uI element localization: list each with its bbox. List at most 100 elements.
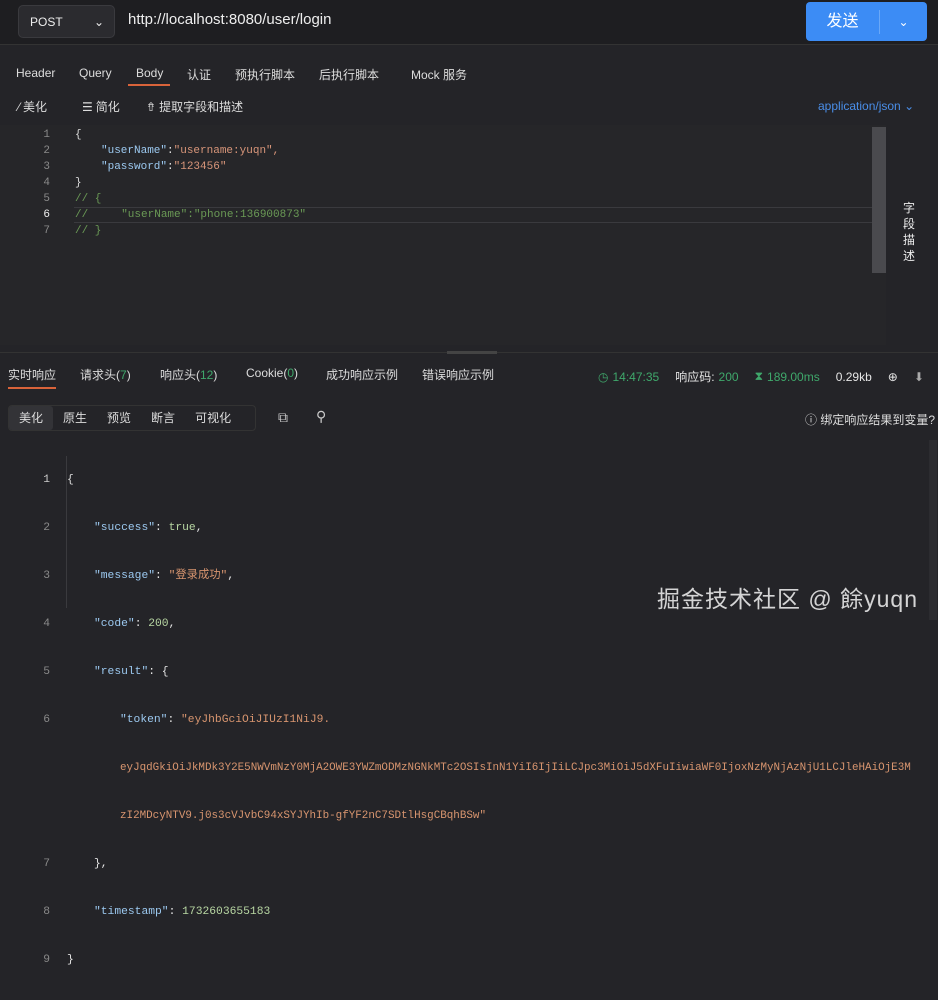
- search-icon[interactable]: ⚲: [316, 408, 326, 425]
- code-text: "userName":"username:yuqn",: [101, 145, 280, 157]
- line-number: 5: [43, 666, 50, 678]
- chevron-down-icon: ⌄: [93, 14, 104, 29]
- code-line: 2 "userName":"username:yuqn",: [0, 143, 886, 159]
- line-number: 6: [43, 714, 50, 726]
- tab-request-headers[interactable]: 请求头(7): [80, 366, 131, 383]
- line-number: 4: [43, 177, 50, 189]
- timestamp-value: 1732603655183: [182, 906, 271, 918]
- label: 响应头(: [160, 368, 200, 382]
- code-line: 1{: [0, 127, 886, 143]
- download-icon[interactable]: ⬇: [914, 370, 924, 384]
- send-label: 发送: [806, 9, 880, 34]
- tab-pre-script[interactable]: 预执行脚本: [235, 62, 295, 87]
- line-number: 3: [43, 570, 50, 582]
- token-value-cont: eyJqdGkiOiJkMDk3Y2E5NWVmNzY0MjA2OWE3YWZm…: [120, 762, 911, 774]
- active-line-highlight: [74, 207, 872, 223]
- tab-success-example[interactable]: 成功响应示例: [326, 366, 398, 383]
- send-button[interactable]: 发送 ⌄: [806, 2, 927, 41]
- beautify-button[interactable]: ⁄ 美化: [18, 98, 47, 115]
- field-description-toggle[interactable]: 字段描述: [900, 200, 918, 264]
- resize-handle[interactable]: [447, 351, 497, 354]
- line-number: 2: [43, 522, 50, 534]
- paren: ): [294, 366, 299, 380]
- tab-header[interactable]: Header: [16, 62, 55, 84]
- line-number: 6: [43, 209, 50, 221]
- line-number: 5: [43, 193, 50, 205]
- success-value: true: [168, 522, 196, 534]
- duration: 189.00ms: [767, 369, 820, 384]
- line-number: 7: [43, 858, 50, 870]
- line-number: 9: [43, 954, 50, 966]
- response-scrollbar[interactable]: [929, 440, 937, 620]
- indent-guide: [66, 456, 67, 608]
- message-value: "登录成功": [168, 570, 228, 582]
- code-line: 7 // }: [0, 223, 886, 239]
- view-assert[interactable]: 断言: [141, 406, 185, 430]
- tab-cookie[interactable]: Cookie(0): [246, 366, 298, 380]
- line-number: 8: [43, 906, 50, 918]
- help-icon: ⓘ: [805, 413, 818, 427]
- url-input[interactable]: http://localhost:8080/user/login: [128, 11, 331, 28]
- code-text: // }: [75, 225, 102, 237]
- globe-icon[interactable]: ⊕: [888, 370, 898, 384]
- response-status: ◷ 14:47:35 响应码: 200 ⧗ 189.00ms 0.29kb ⊕ ⬇: [598, 368, 924, 385]
- label: 请求头(: [80, 368, 120, 382]
- bind-var-label: 绑定响应结果到变量?: [820, 413, 936, 427]
- beautify-label: 美化: [23, 100, 48, 114]
- content-type-select[interactable]: application/json ⌄: [818, 99, 914, 113]
- simplify-label: 简化: [95, 100, 120, 114]
- code-text: // {: [75, 193, 102, 205]
- tab-post-script[interactable]: 后执行脚本: [319, 62, 379, 87]
- line-number: 7: [43, 225, 50, 237]
- tab-query[interactable]: Query: [79, 62, 112, 84]
- method-value: POST: [30, 14, 63, 29]
- code-text: "password":"123456": [101, 161, 227, 173]
- token-value-end: zI2MDcyNTV9.j0s3cVJvbC94xSYJYhIb-gfYF2nC…: [120, 810, 486, 822]
- simplify-button[interactable]: ☰ 简化: [82, 98, 120, 115]
- editor-scrollbar[interactable]: [872, 127, 886, 273]
- code-value: 200: [148, 618, 169, 630]
- tab-body[interactable]: Body: [128, 62, 171, 86]
- body-editor[interactable]: 1{2 "userName":"username:yuqn", 3 "password…: [0, 125, 886, 345]
- line-number: 1: [43, 474, 50, 486]
- view-preview[interactable]: 预览: [97, 406, 141, 430]
- chevron-down-icon[interactable]: ⌄: [880, 15, 927, 29]
- bind-response-variable[interactable]: ⓘ 绑定响应结果到变量?: [805, 411, 935, 428]
- tab-error-example[interactable]: 错误响应示例: [422, 366, 494, 383]
- code-text: {: [75, 129, 82, 141]
- extract-label: 提取字段和描述: [159, 100, 244, 114]
- count: 12: [200, 368, 214, 382]
- lines-icon: ☰: [82, 99, 93, 114]
- line-number: 2: [43, 145, 50, 157]
- paren: ): [126, 368, 131, 382]
- tab-auth[interactable]: 认证: [187, 62, 211, 87]
- watermark: 掘金技术社区 @ 餘yuqn: [656, 586, 918, 612]
- code-line: 5 // {: [0, 191, 886, 207]
- response-time: 14:47:35: [612, 369, 660, 384]
- code-line: 3 "password":"123456": [0, 159, 886, 175]
- clock-icon: ◷: [598, 369, 609, 384]
- method-select[interactable]: POST ⌄: [18, 5, 115, 38]
- view-visualize[interactable]: 可视化: [185, 406, 241, 430]
- token-value: "eyJhbGciOiJIUzI1NiJ9.: [181, 714, 331, 726]
- tab-realtime-response[interactable]: 实时响应: [8, 366, 57, 389]
- line-number: 3: [43, 161, 50, 173]
- view-mode-switch: 美化 原生 预览 断言 可视化: [8, 405, 256, 431]
- view-beautify[interactable]: 美化: [9, 406, 54, 430]
- tab-response-headers[interactable]: 响应头(12): [160, 366, 217, 383]
- paren: ): [213, 368, 218, 382]
- line-number: 1: [43, 129, 50, 141]
- content-type-value: application/json: [818, 99, 901, 113]
- extract-fields-button[interactable]: ⇮ 提取字段和描述: [146, 98, 243, 115]
- status-code-label: 响应码:: [675, 370, 715, 384]
- response-size: 0.29kb: [835, 369, 872, 384]
- upload-icon: ⇮: [146, 99, 157, 114]
- chevron-down-icon: ⌄: [904, 99, 915, 113]
- count: 7: [120, 368, 127, 382]
- status-code: 200: [718, 369, 739, 384]
- code-text: }: [75, 177, 82, 189]
- copy-icon[interactable]: ⧉: [278, 409, 288, 426]
- code-line: 4}: [0, 175, 886, 191]
- view-raw[interactable]: 原生: [53, 406, 97, 430]
- tab-mock[interactable]: Mock 服务: [411, 62, 467, 87]
